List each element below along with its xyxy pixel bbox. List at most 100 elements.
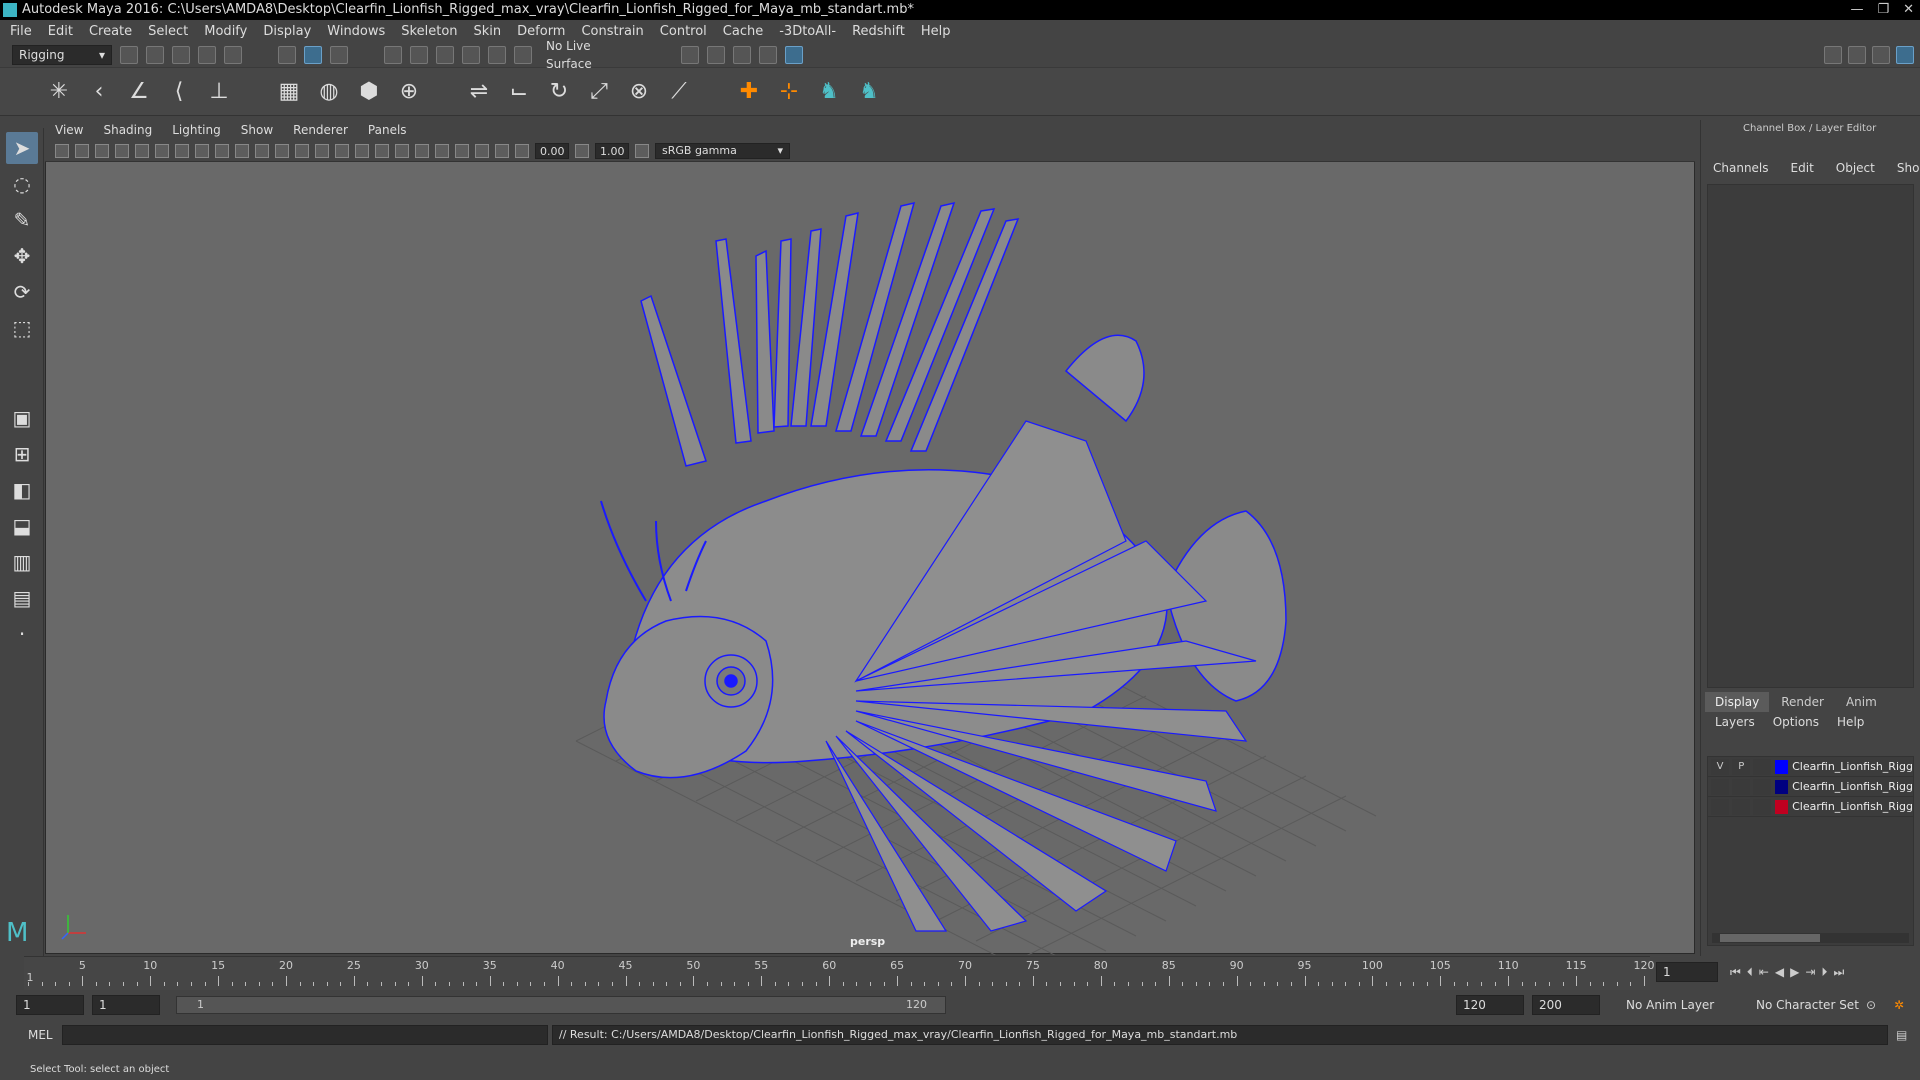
bind-skin-icon[interactable]: ▦	[274, 77, 304, 107]
shadows-icon[interactable]	[375, 143, 389, 158]
live-surface-field[interactable]: No Live Surface	[540, 39, 635, 71]
time-slider[interactable]: 1 5 10 15 20 25 30 35 40 45 50 55 60 65 70 75 80 85 90 95 1…	[0, 956, 1920, 990]
attribute-editor-icon[interactable]	[1848, 46, 1866, 64]
bookmark-icon[interactable]	[95, 143, 109, 158]
layer-playback-toggle[interactable]: P	[1732, 758, 1751, 775]
menu-file[interactable]: File	[10, 24, 32, 39]
film-gate-icon[interactable]	[175, 143, 189, 158]
snap-projected-icon[interactable]	[462, 45, 480, 64]
hypershade-layout-icon[interactable]: ▥	[6, 546, 38, 578]
menu-windows[interactable]: Windows	[327, 24, 385, 39]
snap-grid-icon[interactable]	[384, 45, 402, 64]
make-live-icon[interactable]	[514, 45, 532, 64]
close-button[interactable]: ✕	[1903, 0, 1914, 20]
gate-mask-icon[interactable]	[215, 143, 229, 158]
layer-row[interactable]: V P Clearfin_Lionfish_Rigg	[1708, 757, 1913, 777]
four-view-layout-icon[interactable]: ⊞	[6, 438, 38, 470]
paint-select-tool-icon[interactable]: ✎	[6, 204, 38, 236]
grease-pencil-icon[interactable]	[135, 143, 149, 158]
camera-attributes-icon[interactable]	[75, 143, 89, 158]
script-editor-icon[interactable]: ▤	[1896, 1028, 1907, 1042]
range-slider[interactable]: 1 120	[176, 996, 946, 1014]
modeling-toolkit-icon[interactable]	[1824, 46, 1842, 64]
single-perspective-layout-icon[interactable]: ▣	[6, 402, 38, 434]
viewport-persp[interactable]	[45, 120, 1695, 955]
vp-menu-panels[interactable]: Panels	[368, 123, 407, 137]
hik-skeleton-icon[interactable]: ♞	[854, 77, 884, 107]
rotate-tool-icon[interactable]: ⟳	[6, 276, 38, 308]
toolbox-more-icon[interactable]: ·	[6, 618, 38, 650]
anim-layer-dropdown[interactable]: No Anim Layer	[1626, 998, 1714, 1012]
snap-view-plane-icon[interactable]	[488, 45, 506, 64]
redo-icon[interactable]	[224, 45, 242, 64]
tab-render[interactable]: Render	[1771, 692, 1834, 712]
animation-prefs-icon[interactable]: ✲	[1894, 998, 1904, 1012]
scrollbar-thumb[interactable]	[1720, 934, 1820, 942]
play-backwards-icon[interactable]: ◀	[1775, 965, 1784, 979]
image-plane-icon[interactable]	[115, 143, 129, 158]
go-to-end-icon[interactable]: ⏭	[1833, 965, 1844, 980]
gamma-icon[interactable]	[575, 143, 589, 158]
animation-start-field[interactable]: 1	[16, 995, 84, 1015]
persp-outliner-layout-icon[interactable]: ◧	[6, 474, 38, 506]
wireframe-on-shaded-icon[interactable]	[315, 143, 329, 158]
tab-anim[interactable]: Anim	[1836, 692, 1887, 712]
ipr-render-icon[interactable]	[733, 45, 751, 64]
cb-menu-edit[interactable]: Edit	[1791, 161, 1814, 175]
undo-icon[interactable]	[198, 45, 216, 64]
render-settings-icon[interactable]	[759, 45, 777, 64]
motion-blur-icon[interactable]	[415, 143, 429, 158]
vp-menu-renderer[interactable]: Renderer	[293, 123, 348, 137]
timeline-track[interactable]: 1 5 10 15 20 25 30 35 40 45 50 55 60 65 70 75 80 85 90 95 1…	[24, 956, 1655, 990]
vp-menu-lighting[interactable]: Lighting	[172, 123, 221, 137]
maximize-button[interactable]: ❐	[1877, 0, 1889, 20]
layer-visibility-toggle[interactable]: V	[1711, 758, 1730, 775]
grid-toggle-icon[interactable]	[155, 143, 169, 158]
layer-type-toggle[interactable]	[1753, 798, 1772, 815]
ambient-occlusion-icon[interactable]	[395, 143, 409, 158]
vp-menu-view[interactable]: View	[55, 123, 83, 137]
step-back-key-icon[interactable]: ⇤	[1759, 965, 1769, 979]
step-back-icon[interactable]: ⏴	[1747, 965, 1753, 980]
new-scene-icon[interactable]	[120, 45, 138, 64]
current-frame-field[interactable]: 1	[1656, 962, 1718, 982]
menu-help[interactable]: Help	[921, 24, 951, 39]
use-lights-icon[interactable]	[355, 143, 369, 158]
render-view-icon[interactable]	[681, 45, 699, 64]
menu-display[interactable]: Display	[263, 24, 311, 39]
open-scene-icon[interactable]	[146, 45, 164, 64]
render-current-icon[interactable]	[707, 45, 725, 64]
exposure-icon[interactable]	[515, 143, 529, 158]
minimize-button[interactable]: —	[1850, 0, 1863, 20]
isolate-select-icon[interactable]	[455, 143, 469, 158]
mirror-joint-icon[interactable]: ∠	[124, 77, 154, 107]
colorspace-dropdown[interactable]: sRGB gamma ▾	[655, 142, 790, 159]
select-tool-icon[interactable]: ➤	[6, 132, 38, 164]
vp-menu-show[interactable]: Show	[241, 123, 273, 137]
xray-icon[interactable]	[475, 143, 489, 158]
command-language-label[interactable]: MEL	[28, 1028, 53, 1042]
layer-menu-layers[interactable]: Layers	[1715, 715, 1755, 729]
step-forward-icon[interactable]: ⏵	[1821, 965, 1827, 980]
layer-playback-toggle[interactable]	[1732, 778, 1751, 795]
move-tool-icon[interactable]: ✥	[6, 240, 38, 272]
layer-visibility-toggle[interactable]	[1711, 778, 1730, 795]
menu-select[interactable]: Select	[148, 24, 188, 39]
point-constraint-icon[interactable]: ⌙	[504, 77, 534, 107]
play-forwards-icon[interactable]: ▶	[1790, 965, 1799, 979]
layer-scrollbar[interactable]	[1712, 933, 1909, 943]
menu-skeleton[interactable]: Skeleton	[401, 24, 457, 39]
field-chart-icon[interactable]	[235, 143, 249, 158]
animation-end-field[interactable]: 200	[1532, 995, 1600, 1015]
pole-vector-icon[interactable]: ⟋	[664, 77, 694, 107]
locator-aim-icon[interactable]: ⊹	[774, 77, 804, 107]
uv-editor-layout-icon[interactable]: ▤	[6, 582, 38, 614]
ik-handle-icon[interactable]: ⟨	[164, 77, 194, 107]
layer-color-swatch[interactable]	[1775, 759, 1789, 774]
resolution-gate-icon[interactable]	[195, 143, 209, 158]
lattice-icon[interactable]: ⬢	[354, 77, 384, 107]
select-component-icon[interactable]	[330, 45, 348, 64]
playback-end-field[interactable]: 120	[1456, 995, 1524, 1015]
cb-menu-object[interactable]: Object	[1836, 161, 1875, 175]
menu-3dtoall[interactable]: -3DtoAll-	[779, 24, 836, 39]
